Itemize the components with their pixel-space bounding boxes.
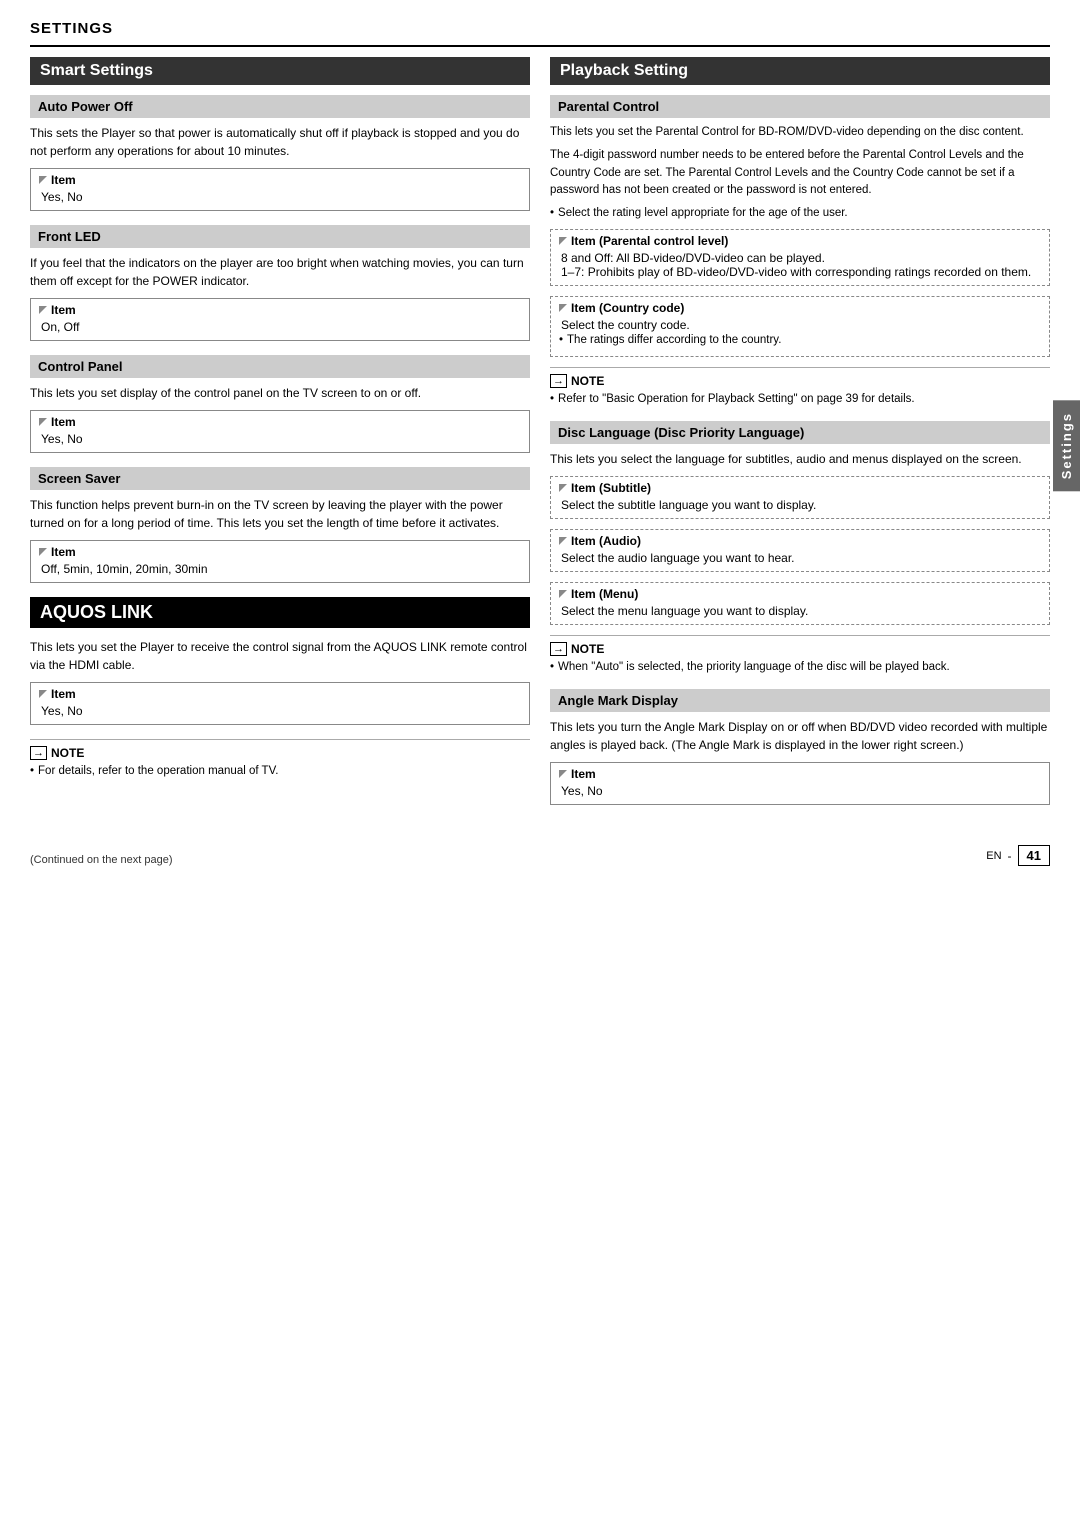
aquos-link-note-title: → NOTE	[30, 746, 530, 760]
country-code-label: Item (Country code)	[559, 301, 1041, 315]
control-panel-header: Control Panel	[30, 355, 530, 378]
corner-icon-4	[39, 548, 47, 556]
top-divider	[30, 45, 1050, 47]
front-led-body: If you feel that the indicators on the p…	[30, 254, 530, 290]
note-icon: →	[30, 746, 47, 760]
corner-icon	[39, 176, 47, 184]
disc-language-note-title: → NOTE	[550, 642, 1050, 656]
aquos-link-section: AQUOS LINK This lets you set the Player …	[30, 597, 530, 779]
bottom-bar: (Continued on the next page) EN - 41	[30, 839, 1050, 866]
parental-control-header: Parental Control	[550, 95, 1050, 118]
parental-level-text2: 1–7: Prohibits play of BD-video/DVD-vide…	[559, 265, 1041, 279]
angle-mark-item-label: Item	[559, 767, 1041, 781]
control-panel-item-box: Item Yes, No	[30, 410, 530, 453]
aquos-link-body: This lets you set the Player to receive …	[30, 638, 530, 674]
audio-text: Select the audio language you want to he…	[559, 551, 1041, 565]
disc-language-header: Disc Language (Disc Priority Language)	[550, 421, 1050, 444]
disc-language-body: This lets you select the language for su…	[550, 450, 1050, 468]
aquos-link-title: AQUOS LINK	[30, 597, 530, 628]
audio-label: Item (Audio)	[559, 534, 1041, 548]
angle-mark-item-value: Yes, No	[559, 784, 1041, 798]
page-number: 41	[1018, 845, 1050, 866]
corner-icon-3	[39, 418, 47, 426]
note-icon-3: →	[550, 642, 567, 656]
control-panel-item-value: Yes, No	[39, 432, 521, 446]
aquos-link-note-text: • For details, refer to the operation ma…	[30, 763, 530, 779]
parental-note-title: → NOTE	[550, 374, 1050, 388]
right-column: Playback Setting Parental Control This l…	[550, 57, 1050, 819]
control-panel-body: This lets you set display of the control…	[30, 384, 530, 402]
menu-box: Item (Menu) Select the menu language you…	[550, 582, 1050, 625]
country-code-bullet: • The ratings differ according to the co…	[559, 332, 1041, 348]
corner-icon-5	[39, 690, 47, 698]
country-code-text1: Select the country code.	[559, 318, 1041, 332]
parental-bullet: • Select the rating level appropriate fo…	[550, 205, 1050, 221]
parental-body2: The 4-digit password number needs to be …	[550, 147, 1050, 199]
settings-header: SETTINGS	[30, 20, 1050, 37]
menu-label: Item (Menu)	[559, 587, 1041, 601]
auto-power-off-header: Auto Power Off	[30, 95, 530, 118]
corner-icon-9	[559, 537, 567, 545]
aquos-link-item-label: Item	[39, 687, 521, 701]
front-led-item-label: Item	[39, 303, 521, 317]
continued-text: (Continued on the next page)	[30, 854, 173, 866]
screen-saver-item-box: Item Off, 5min, 10min, 20min, 30min	[30, 540, 530, 583]
dash-label: -	[1008, 849, 1012, 863]
auto-power-off-item-box: Item Yes, No	[30, 168, 530, 211]
settings-sidebar-tab: Settings	[1053, 400, 1080, 491]
corner-icon-8	[559, 484, 567, 492]
corner-icon-7	[559, 304, 567, 312]
parental-note: → NOTE • Refer to "Basic Operation for P…	[550, 367, 1050, 407]
subtitle-box: Item (Subtitle) Select the subtitle lang…	[550, 476, 1050, 519]
corner-icon-2	[39, 306, 47, 314]
left-column: Smart Settings Auto Power Off This sets …	[30, 57, 530, 793]
auto-power-off-item-label: Item	[39, 173, 521, 187]
front-led-header: Front LED	[30, 225, 530, 248]
note-icon-2: →	[550, 374, 567, 388]
screen-saver-item-value: Off, 5min, 10min, 20min, 30min	[39, 562, 521, 576]
country-code-box: Item (Country code) Select the country c…	[550, 296, 1050, 357]
corner-icon-6	[559, 237, 567, 245]
aquos-link-note: → NOTE • For details, refer to the opera…	[30, 739, 530, 779]
parental-body1: This lets you set the Parental Control f…	[550, 124, 1050, 141]
control-panel-item-label: Item	[39, 415, 521, 429]
corner-icon-10	[559, 590, 567, 598]
front-led-item-value: On, Off	[39, 320, 521, 334]
en-label: EN	[986, 850, 1001, 862]
smart-settings-title: Smart Settings	[30, 57, 530, 85]
screen-saver-body: This function helps prevent burn-in on t…	[30, 496, 530, 532]
playback-setting-title: Playback Setting	[550, 57, 1050, 85]
auto-power-off-body: This sets the Player so that power is au…	[30, 124, 530, 160]
auto-power-off-item-value: Yes, No	[39, 190, 521, 204]
aquos-link-item-box: Item Yes, No	[30, 682, 530, 725]
disc-language-note: → NOTE • When "Auto" is selected, the pr…	[550, 635, 1050, 675]
aquos-link-item-value: Yes, No	[39, 704, 521, 718]
audio-box: Item (Audio) Select the audio language y…	[550, 529, 1050, 572]
parental-level-text1: 8 and Off: All BD-video/DVD-video can be…	[559, 251, 1041, 265]
subtitle-label: Item (Subtitle)	[559, 481, 1041, 495]
angle-mark-body: This lets you turn the Angle Mark Displa…	[550, 718, 1050, 754]
angle-mark-header: Angle Mark Display	[550, 689, 1050, 712]
menu-text: Select the menu language you want to dis…	[559, 604, 1041, 618]
corner-icon-11	[559, 770, 567, 778]
disc-language-note-text: • When "Auto" is selected, the priority …	[550, 659, 1050, 675]
front-led-item-box: Item On, Off	[30, 298, 530, 341]
parental-level-label: Item (Parental control level)	[559, 234, 1041, 248]
screen-saver-header: Screen Saver	[30, 467, 530, 490]
parental-level-box: Item (Parental control level) 8 and Off:…	[550, 229, 1050, 286]
subtitle-text: Select the subtitle language you want to…	[559, 498, 1041, 512]
screen-saver-item-label: Item	[39, 545, 521, 559]
parental-note-text: • Refer to "Basic Operation for Playback…	[550, 391, 1050, 407]
angle-mark-item-box: Item Yes, No	[550, 762, 1050, 805]
